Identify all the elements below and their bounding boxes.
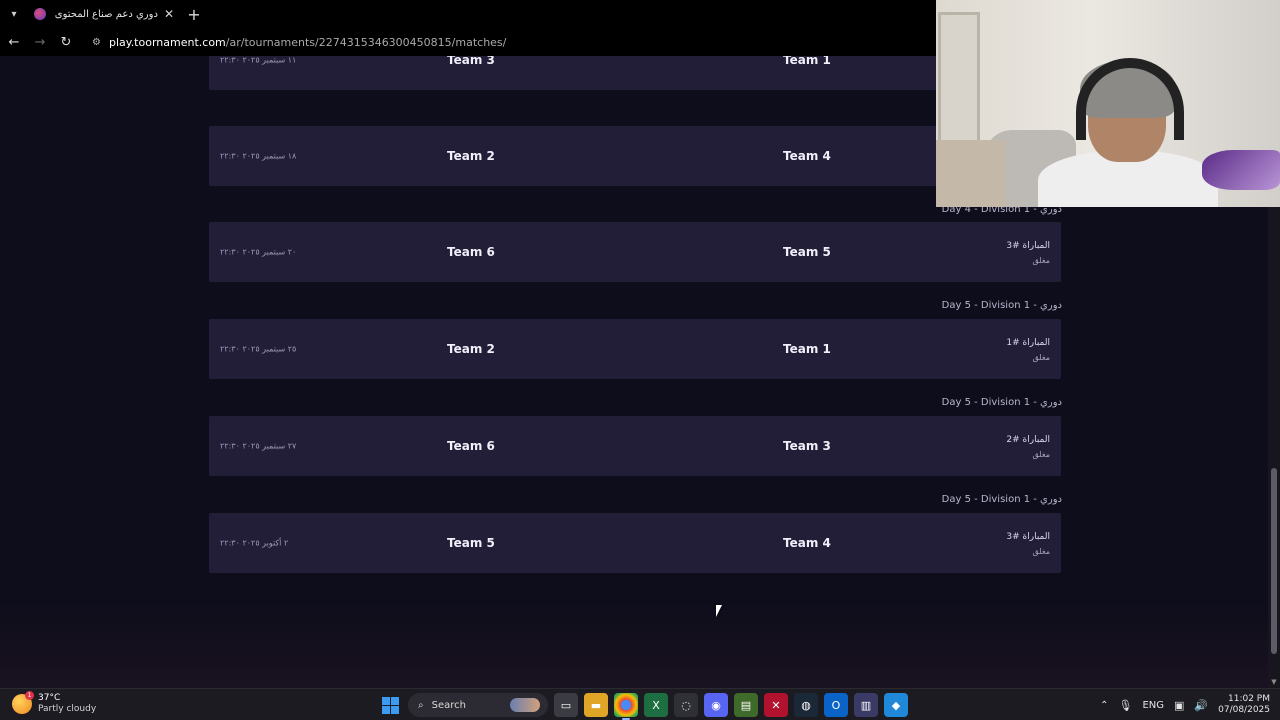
- discord-icon[interactable]: ◉: [704, 693, 728, 717]
- webcam-microphone: [1202, 150, 1280, 190]
- game-launcher-icon[interactable]: ▤: [734, 693, 758, 717]
- match-team-a: Team 6: [447, 439, 495, 453]
- address-bar[interactable]: ⚙ play.toornament.com/ar/tournaments/227…: [92, 36, 506, 49]
- weather-condition: Partly cloudy: [38, 704, 97, 714]
- toornament-favicon-icon: [34, 8, 46, 20]
- match-team-a: Team 2: [447, 342, 495, 356]
- task-view-icon[interactable]: ▭: [554, 693, 578, 717]
- clock-time: 11:02 PM: [1228, 694, 1270, 704]
- app-settings-icon[interactable]: ▥: [854, 693, 878, 717]
- match-date: ٢٥ سبتمبر ٢٠٢٥ ٢٢:٣٠: [220, 344, 297, 354]
- clock-date: 07/08/2025: [1218, 705, 1270, 715]
- windows-start-icon[interactable]: [378, 693, 402, 717]
- match-status: مغلق: [1032, 547, 1050, 556]
- taskbar-apps: ⌕ Search ▭ ▬ X ◌ ◉ ▤ ✕ ◍ O ▥ ◆: [378, 692, 908, 720]
- tray-expand-icon[interactable]: ⌃: [1100, 700, 1108, 711]
- match-team-b: Team 1: [783, 56, 831, 67]
- match-number: المباراة #3: [1006, 241, 1050, 251]
- app-blue-icon[interactable]: ◆: [884, 693, 908, 717]
- match-group-label: Day 5 - Division 1 - دوري: [941, 494, 1062, 505]
- match-group-label: Day 5 - Division 1 - دوري: [941, 397, 1062, 408]
- microphone-icon[interactable]: 🎙: [1118, 699, 1132, 712]
- match-number: المباراة #1: [1006, 338, 1050, 348]
- taskbar-search[interactable]: ⌕ Search: [408, 693, 548, 717]
- match-group-label: Day 5 - Division 1 - دوري: [941, 300, 1062, 311]
- mouse-cursor-icon: [716, 605, 728, 617]
- webcam-overlay: [936, 0, 1280, 207]
- weather-sun-icon: 1: [12, 691, 34, 714]
- match-date: ٢٠ سبتمبر ٢٠٢٥ ٢٢:٣٠: [220, 247, 297, 257]
- outlook-icon[interactable]: O: [824, 693, 848, 717]
- excel-icon[interactable]: X: [644, 693, 668, 717]
- tab-title: دوري دعم صناع المحتوى - Matches: [52, 8, 158, 20]
- weather-widget[interactable]: 1 37°C Partly cloudy: [12, 691, 97, 715]
- file-explorer-icon[interactable]: ▬: [584, 693, 608, 717]
- match-card[interactable]: ٢ أكتوبر ٢٠٢٥ ٢٢:٣٠ Team 5 Team 4 المبار…: [209, 513, 1061, 573]
- search-icon: ⌕: [418, 699, 424, 711]
- system-tray: ⌃ 🎙 ENG ▣ 🔊 11:02 PM 07/08/2025: [1100, 692, 1270, 718]
- red-app-icon[interactable]: ✕: [764, 693, 788, 717]
- tab-search-chevron-icon[interactable]: ▾: [0, 0, 28, 28]
- weather-badge: 1: [25, 691, 34, 700]
- reload-icon[interactable]: ↻: [54, 30, 78, 54]
- url-host: play.toornament.com: [108, 35, 226, 49]
- weather-temperature: 37°C: [38, 693, 61, 703]
- browser-tab[interactable]: دوري دعم صناع المحتوى - Matches ✕: [28, 0, 180, 28]
- windows-taskbar: 1 37°C Partly cloudy ⌕ Search ▭ ▬ X ◌ ◉ …: [0, 688, 1280, 720]
- volume-icon[interactable]: 🔊: [1194, 699, 1208, 712]
- match-team-a: Team 6: [447, 245, 495, 259]
- search-highlight-icon: [510, 698, 540, 712]
- taskbar-clock[interactable]: 11:02 PM 07/08/2025: [1218, 694, 1270, 716]
- steam-icon[interactable]: ◍: [794, 693, 818, 717]
- match-team-a: Team 5: [447, 536, 495, 550]
- match-card[interactable]: ٢٧ سبتمبر ٢٠٢٥ ٢٢:٣٠ Team 6 Team 3 المبا…: [209, 416, 1061, 476]
- chrome-icon[interactable]: [614, 693, 638, 720]
- match-date: ١٨ سبتمبر ٢٠٢٥ ٢٢:٣٠: [220, 151, 297, 161]
- match-card[interactable]: ٢٠ سبتمبر ٢٠٢٥ ٢٢:٣٠ Team 6 Team 5 المبا…: [209, 222, 1061, 282]
- match-status: مغلق: [1032, 353, 1050, 362]
- search-label: Search: [431, 699, 466, 711]
- match-status: مغلق: [1032, 256, 1050, 265]
- app-circle-icon[interactable]: ◌: [674, 693, 698, 717]
- back-arrow-icon[interactable]: ←: [2, 30, 26, 54]
- match-status: مغلق: [1032, 450, 1050, 459]
- page-background-fade: [0, 598, 1268, 688]
- site-info-icon[interactable]: ⚙: [92, 37, 101, 48]
- match-date: ١١ سبتمبر ٢٠٢٥ ٢٢:٣٠: [220, 56, 297, 65]
- match-card[interactable]: ٢٥ سبتمبر ٢٠٢٥ ٢٢:٣٠ Team 2 Team 1 المبا…: [209, 319, 1061, 379]
- match-date: ٢٧ سبتمبر ٢٠٢٥ ٢٢:٣٠: [220, 441, 297, 451]
- language-indicator[interactable]: ENG: [1142, 700, 1164, 711]
- url-path: /ar/tournaments/2274315346300450815/matc…: [225, 35, 507, 49]
- match-team-a: Team 3: [447, 56, 495, 67]
- match-team-b: Team 5: [783, 245, 831, 259]
- match-date: ٢ أكتوبر ٢٠٢٥ ٢٢:٣٠: [220, 538, 289, 548]
- match-card[interactable]: ١٨ سبتمبر ٢٠٢٥ ٢٢:٣٠ Team 2 Team 4: [209, 126, 1061, 186]
- match-team-b: Team 4: [783, 536, 831, 550]
- match-team-b: Team 4: [783, 149, 831, 163]
- network-icon[interactable]: ▣: [1174, 699, 1184, 712]
- scrollbar-thumb[interactable]: [1271, 468, 1277, 654]
- scroll-down-arrow-icon[interactable]: ▼: [1270, 678, 1278, 686]
- close-tab-icon[interactable]: ✕: [164, 7, 174, 21]
- webcam-sofa: [936, 140, 1006, 207]
- match-card[interactable]: ١١ سبتمبر ٢٠٢٥ ٢٢:٣٠ Team 3 Team 1: [209, 56, 1061, 90]
- forward-arrow-icon[interactable]: →: [28, 30, 52, 54]
- match-team-b: Team 1: [783, 342, 831, 356]
- new-tab-button[interactable]: +: [180, 5, 208, 24]
- match-number: المباراة #3: [1006, 532, 1050, 542]
- match-team-b: Team 3: [783, 439, 831, 453]
- match-team-a: Team 2: [447, 149, 495, 163]
- match-number: المباراة #2: [1006, 435, 1050, 445]
